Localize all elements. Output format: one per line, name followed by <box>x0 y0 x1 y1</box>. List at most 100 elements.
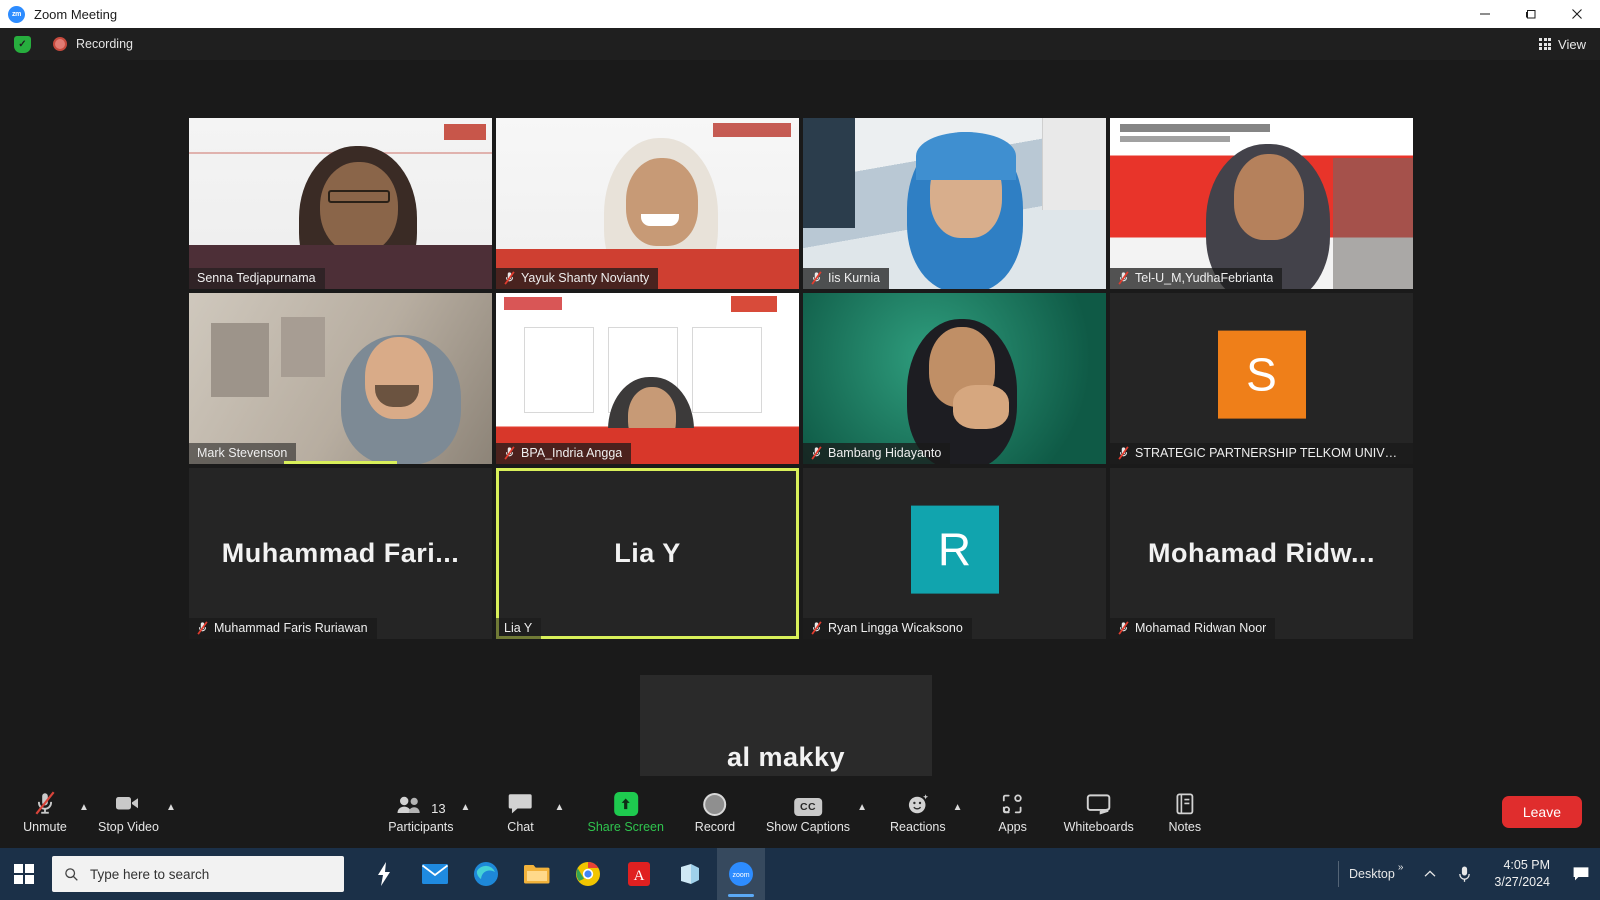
participant-tile[interactable]: Iis Kurnia <box>803 118 1106 289</box>
video-feed <box>189 293 492 464</box>
zoom-icon[interactable]: zoom <box>717 848 765 900</box>
whiteboards-button[interactable]: Whiteboards <box>1060 790 1138 834</box>
video-stage: Senna Tedjapurnama Yayuk Shanty Novianty… <box>0 60 1600 839</box>
participant-tile[interactable]: R Ryan Lingga Wicaksono <box>803 468 1106 639</box>
search-icon <box>65 867 78 881</box>
window-title-bar: zm Zoom Meeting <box>0 0 1600 28</box>
microsoft-edge-icon[interactable] <box>462 848 510 900</box>
participant-tile[interactable]: Yayuk Shanty Novianty <box>496 118 799 289</box>
apps-button[interactable]: Apps <box>982 790 1044 834</box>
record-label: Record <box>694 820 736 834</box>
meeting-control-bar: Unmute ▲ Stop Video ▲ 13 Participants ▲ … <box>0 776 1600 848</box>
participant-tile[interactable]: Mark Stevenson <box>189 293 492 464</box>
participant-grid: Senna Tedjapurnama Yayuk Shanty Novianty… <box>189 118 1413 643</box>
clock-time: 4:05 PM <box>1503 858 1550 873</box>
recording-indicator[interactable]: Recording <box>53 37 133 51</box>
window-title: Zoom Meeting <box>34 6 118 22</box>
whiteboards-label: Whiteboards <box>1063 820 1134 834</box>
windows-logo-icon <box>13 863 35 885</box>
participant-tile[interactable]: BPA_Indria Angga <box>496 293 799 464</box>
reactions-options-chevron-up-icon[interactable]: ▲ <box>950 790 966 816</box>
view-label: View <box>1558 36 1586 52</box>
participant-tile[interactable]: S STRATEGIC PARTNERSHIP TELKOM UNIVERSI.… <box>1110 293 1413 464</box>
maximize-button[interactable] <box>1508 0 1554 28</box>
search-placeholder: Type here to search <box>90 866 210 882</box>
participant-name: Iis Kurnia <box>828 271 881 285</box>
speaking-indicator <box>284 461 397 464</box>
audio-options-chevron-up-icon[interactable]: ▲ <box>76 790 92 816</box>
reactions-label: Reactions <box>890 820 946 834</box>
show-captions-button[interactable]: CC Show Captions <box>762 790 854 834</box>
minimize-button[interactable] <box>1462 0 1508 28</box>
participant-name: BPA_Indria Angga <box>521 446 623 460</box>
participant-tile[interactable]: Bambang Hidayanto <box>803 293 1106 464</box>
windows-taskbar: Type here to search A zoom Desktop » 4:0… <box>0 848 1600 900</box>
notes-button[interactable]: Notes <box>1154 790 1216 834</box>
chat-options-chevron-up-icon[interactable]: ▲ <box>552 790 568 816</box>
stop-video-button[interactable]: Stop Video <box>94 790 163 834</box>
start-button[interactable] <box>0 863 48 885</box>
avatar: S <box>1217 330 1306 419</box>
apps-label: Apps <box>998 820 1027 834</box>
apps-icon <box>1000 790 1026 816</box>
file-explorer-icon[interactable] <box>513 848 561 900</box>
taskbar-clock[interactable]: 4:05 PM 3/27/2024 <box>1482 857 1562 891</box>
notification-chat-icon <box>1573 867 1589 881</box>
record-button[interactable]: Record <box>684 790 746 834</box>
microphone-muted-icon <box>504 271 515 285</box>
participant-tile[interactable]: Tel-U_M,YudhaFebrianta <box>1110 118 1413 289</box>
view-selector[interactable]: View <box>1539 37 1586 52</box>
participant-tile[interactable]: Mohamad Ridw... Mohamad Ridwan Noor <box>1110 468 1413 639</box>
captions-control-group: CC Show Captions ▲ <box>762 790 870 834</box>
whiteboard-icon <box>1085 790 1113 816</box>
video-feed <box>803 293 1106 464</box>
participant-tile[interactable]: Senna Tedjapurnama <box>189 118 492 289</box>
google-chrome-icon[interactable] <box>564 848 612 900</box>
adobe-acrobat-icon[interactable]: A <box>615 848 663 900</box>
taskbar-search-box[interactable]: Type here to search <box>52 856 344 892</box>
reactions-button[interactable]: Reactions <box>886 790 950 834</box>
participant-nameplate: Senna Tedjapurnama <box>189 268 325 289</box>
participants-label: Participants <box>388 820 454 834</box>
participant-name: Bambang Hidayanto <box>828 446 942 460</box>
zoom-app-icon: zm <box>8 5 25 23</box>
chat-label: Chat <box>507 820 534 834</box>
system-tray: Desktop » 4:05 PM 3/27/2024 <box>1337 848 1600 900</box>
participants-button[interactable]: 13 Participants <box>384 790 457 834</box>
leave-button[interactable]: Leave <box>1501 796 1582 828</box>
encryption-shield-icon[interactable]: ✓ <box>14 35 31 53</box>
microphone-muted-icon <box>1118 271 1129 285</box>
svg-text:zoom: zoom <box>732 872 749 879</box>
unmute-button[interactable]: Unmute <box>14 790 76 834</box>
microphone-muted-icon <box>197 621 208 635</box>
captions-options-chevron-up-icon[interactable]: ▲ <box>854 790 870 816</box>
mail-icon[interactable] <box>411 848 459 900</box>
people-icon: 13 <box>396 790 446 816</box>
smart-switch-icon[interactable] <box>360 848 408 900</box>
chat-button[interactable]: Chat <box>490 790 552 834</box>
share-screen-label: Share Screen <box>587 820 664 834</box>
microsoft-store-icon[interactable] <box>666 848 714 900</box>
video-options-chevron-up-icon[interactable]: ▲ <box>163 790 179 816</box>
participant-name: Senna Tedjapurnama <box>197 271 316 285</box>
microphone-tray-icon[interactable] <box>1447 848 1482 900</box>
notifications-button[interactable] <box>1562 848 1600 900</box>
recording-dot-icon <box>53 37 67 51</box>
participant-nameplate: Mohamad Ridwan Noor <box>1110 618 1276 639</box>
closed-captions-icon: CC <box>793 790 822 816</box>
participant-tile[interactable]: Muhammad Fari... Muhammad Faris Ruriawan <box>189 468 492 639</box>
show-hidden-icons-button[interactable] <box>1413 848 1447 900</box>
close-button[interactable] <box>1554 0 1600 28</box>
participant-tile-active[interactable]: Lia Y Lia Y <box>496 468 799 639</box>
participant-name: Ryan Lingga Wicaksono <box>828 621 963 635</box>
video-feed <box>496 293 799 464</box>
participant-nameplate: Yayuk Shanty Novianty <box>496 268 659 289</box>
chevron-double-right-icon: » <box>1397 862 1404 873</box>
participants-options-chevron-up-icon[interactable]: ▲ <box>458 790 474 816</box>
clock-date: 3/27/2024 <box>1494 875 1550 889</box>
task-view-desktop-button[interactable]: Desktop » <box>1339 848 1413 900</box>
participants-count-badge: 13 <box>431 801 446 816</box>
grid-row: Mark Stevenson BPA_Indria Angga Bambang … <box>189 293 1413 464</box>
participant-nameplate: Mark Stevenson <box>189 443 297 464</box>
share-screen-button[interactable]: Share Screen <box>584 790 668 834</box>
